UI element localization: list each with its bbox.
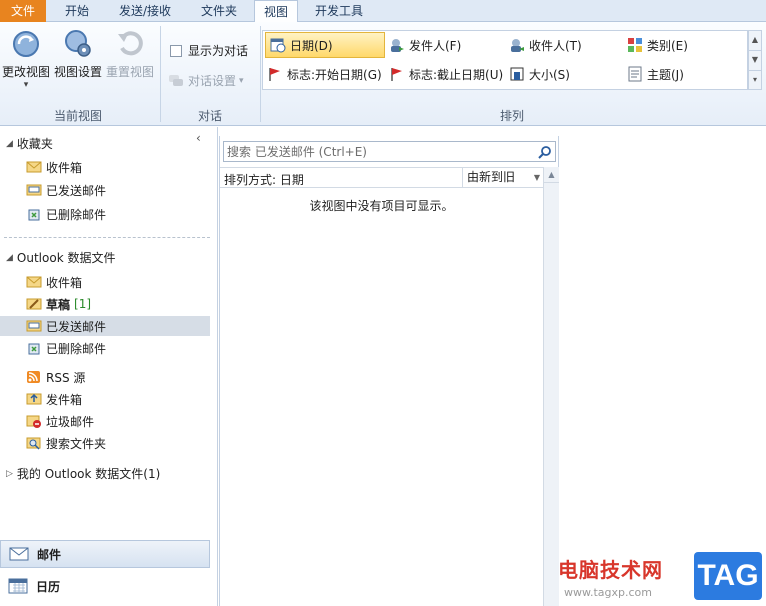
drafts-count-badge: [1]: [74, 297, 92, 311]
fav-inbox[interactable]: 收件箱: [0, 157, 210, 177]
gallery-scroll-down-icon[interactable]: ▼: [749, 51, 761, 71]
fav-deleted[interactable]: 已删除邮件: [0, 204, 210, 224]
mail-icon: [9, 547, 29, 561]
reading-pane: [560, 127, 766, 606]
sent-icon: [26, 184, 42, 196]
deleted-icon: [28, 209, 40, 221]
subject-icon: [628, 66, 642, 82]
folder-inbox[interactable]: 收件箱: [0, 272, 210, 292]
recipient-icon: [511, 39, 524, 52]
view-settings-button[interactable]: 视图设置: [52, 28, 104, 80]
tab-home[interactable]: 开始: [56, 0, 98, 22]
arrange-by-sender[interactable]: 发件人(F): [389, 32, 505, 58]
folder-junk[interactable]: 垃圾邮件: [0, 411, 210, 431]
sender-icon: [391, 39, 404, 52]
reset-view-button[interactable]: 重置视图: [104, 28, 156, 80]
group-label-conversations: 对话: [197, 109, 222, 123]
folder-rss[interactable]: RSS 源: [0, 367, 210, 387]
flag-icon: [269, 68, 280, 81]
folder-drafts[interactable]: 草稿 [1]: [0, 294, 210, 314]
list-scrollbar[interactable]: ▲: [543, 167, 559, 606]
minimize-pane-icon[interactable]: ‹: [196, 131, 201, 145]
tab-folder[interactable]: 文件夹: [192, 0, 246, 22]
category-icon: [628, 38, 642, 52]
folder-deleted[interactable]: 已删除邮件: [0, 338, 210, 358]
sort-bar: 排列方式: 日期 由新到旧 ▼: [220, 167, 543, 188]
sort-by-label[interactable]: 排列方式: 日期: [224, 171, 304, 188]
arrange-by-size[interactable]: 大小(S): [509, 61, 625, 87]
nav-calendar-button[interactable]: 日历: [0, 572, 210, 600]
junk-icon: [26, 415, 41, 428]
search-icon[interactable]: [538, 145, 552, 159]
outbox-icon: [26, 393, 42, 405]
tab-file[interactable]: 文件: [0, 0, 46, 22]
chevron-down-icon: ▾: [239, 75, 244, 86]
watermark-url: www.tagxp.com: [564, 586, 652, 599]
nav-mail-button[interactable]: 邮件: [0, 540, 210, 568]
group-label-current-view: 当前视图: [53, 109, 102, 123]
chevron-down-icon: ▼: [533, 173, 540, 182]
size-icon: [510, 67, 524, 81]
search-folder-icon: [26, 437, 41, 450]
data-file-header[interactable]: ◢ Outlook 数据文件: [6, 249, 115, 266]
arrange-by-recipient[interactable]: 收件人(T): [509, 32, 625, 58]
checkbox-box[interactable]: [170, 44, 182, 57]
inbox-icon: [26, 276, 42, 288]
view-settings-icon: [65, 30, 91, 57]
pane-divider: [4, 237, 210, 238]
gallery-scroll[interactable]: ▲ ▼ ▾: [748, 30, 762, 90]
inbox-icon: [26, 161, 42, 173]
arrange-by-flag-start-date[interactable]: 标志:开始日期(G): [267, 61, 385, 87]
drafts-icon: [26, 298, 42, 310]
flag-icon: [391, 68, 402, 81]
ribbon-tab-bar: 文件 开始 发送/接收 文件夹 视图 开发工具: [0, 0, 766, 23]
arrange-by-category[interactable]: 类别(E): [627, 32, 743, 58]
tab-view[interactable]: 视图: [254, 0, 298, 23]
favorites-header[interactable]: ◢ 收藏夹: [6, 135, 53, 152]
sent-icon: [26, 320, 42, 332]
tab-developer[interactable]: 开发工具: [306, 0, 372, 22]
folder-outbox[interactable]: 发件箱: [0, 389, 210, 409]
sort-order-toggle[interactable]: 由新到旧 ▼: [462, 168, 543, 187]
group-separator: [260, 26, 261, 122]
watermark: 电脑技术网 www.tagxp.com TAG: [552, 548, 766, 606]
expand-arrow-icon[interactable]: ▷: [6, 469, 13, 479]
show-as-conversations-checkbox[interactable]: 显示为对话: [170, 42, 248, 59]
watermark-tag-logo: TAG: [694, 552, 762, 600]
arrangement-gallery: 日期(D) 发件人(F) 收件人(T) 类别(E) 标志:开始日期(G) 标志:…: [262, 30, 748, 90]
reset-view-icon: [118, 31, 143, 56]
folder-search[interactable]: 搜索文件夹: [0, 433, 210, 453]
search-input[interactable]: 搜索 已发送邮件 (Ctrl+E): [223, 141, 556, 162]
arrange-by-date[interactable]: 日期(D): [265, 32, 385, 58]
fav-sent[interactable]: 已发送邮件: [0, 180, 210, 200]
rss-icon: [27, 371, 40, 383]
tab-send-receive[interactable]: 发送/接收: [108, 0, 182, 22]
change-view-button[interactable]: 更改视图 ▾: [0, 28, 52, 90]
scroll-up-icon[interactable]: ▲: [544, 167, 559, 183]
my-data-files[interactable]: ▷ 我的 Outlook 数据文件(1): [6, 465, 160, 482]
chevron-down-icon: ▾: [23, 80, 29, 90]
folder-sent[interactable]: 已发送邮件: [0, 316, 210, 336]
gallery-scroll-up-icon[interactable]: ▲: [749, 31, 761, 51]
collapse-arrow-icon[interactable]: ◢: [6, 253, 13, 263]
gallery-more-icon[interactable]: ▾: [749, 71, 761, 91]
change-view-icon: [13, 31, 39, 57]
date-icon: [270, 38, 286, 53]
conversation-settings-icon: [169, 74, 183, 86]
watermark-site-name: 电脑技术网: [558, 558, 663, 582]
conversation-settings-button[interactable]: 对话设置 ▾: [168, 72, 244, 89]
deleted-icon: [28, 343, 40, 355]
message-list: 搜索 已发送邮件 (Ctrl+E) 排列方式: 日期 由新到旧 ▼ 该视图中没有…: [219, 136, 559, 606]
group-label-arrangement: 排列: [499, 109, 524, 123]
arrange-by-flag-due-date[interactable]: 标志:截止日期(U): [389, 61, 505, 87]
empty-list-message: 该视图中没有项目可显示。: [309, 199, 454, 213]
arrange-by-subject[interactable]: 主题(J): [627, 61, 743, 87]
navigation-pane: ◢ 收藏夹 ‹ 收件箱 已发送邮件 已删除邮件 ◢ Outlook 数据文件 收…: [0, 127, 218, 606]
collapse-arrow-icon[interactable]: ◢: [6, 139, 13, 149]
calendar-icon: [8, 578, 28, 594]
